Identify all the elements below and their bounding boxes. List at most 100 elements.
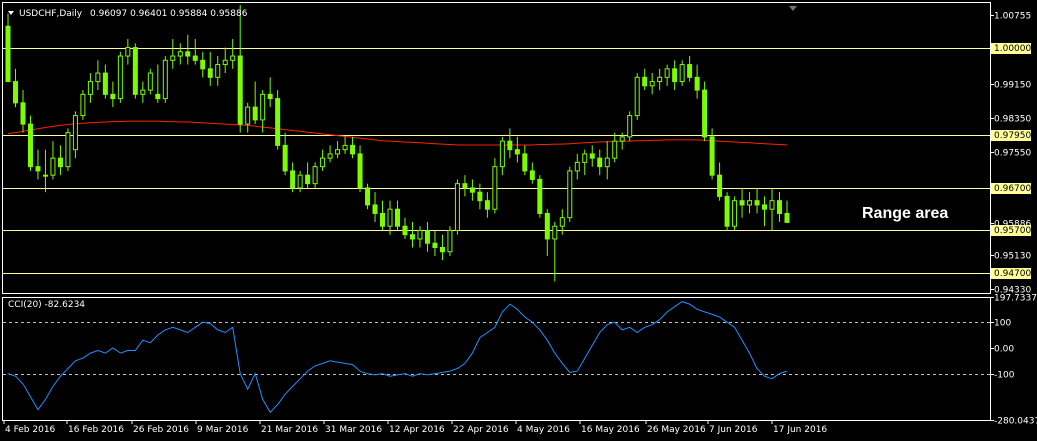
cci-axis-label: 0.00 (994, 345, 1014, 355)
candle (657, 68, 663, 91)
candle (80, 90, 86, 120)
cci-axis-label: 197.7337 (994, 294, 1037, 304)
candle (589, 145, 595, 167)
candle (522, 145, 528, 176)
candle (222, 47, 228, 74)
candle (499, 136, 505, 176)
candle (365, 183, 371, 210)
candle (604, 141, 610, 180)
candle (402, 217, 408, 239)
candle (754, 187, 760, 214)
ohlc-readout: 0.96097 0.96401 0.95884 0.95886 (90, 9, 248, 19)
candle (709, 128, 715, 180)
candle (102, 64, 108, 99)
candle (132, 43, 138, 99)
candle (117, 51, 123, 103)
candle (327, 145, 333, 163)
candle (724, 192, 730, 231)
candle (192, 39, 198, 65)
main-chart-frame (2, 2, 991, 294)
trading-chart[interactable]: 1.007550.991500.983500.975500.958860.951… (0, 0, 1037, 441)
candle (537, 175, 543, 218)
candle (424, 221, 430, 252)
cci-axis-label: 100 (994, 319, 1011, 329)
candle (447, 226, 453, 256)
candle (469, 179, 475, 201)
candle (387, 200, 393, 235)
candle (125, 39, 131, 65)
candle (492, 158, 498, 214)
cci-axis-label: -100 (994, 371, 1015, 381)
date-axis-label: 12 Apr 2016 (389, 425, 445, 435)
candle (357, 145, 363, 193)
candle (582, 149, 588, 176)
date-axis-label: 4 May 2016 (517, 425, 570, 435)
candle (312, 162, 318, 188)
candle (20, 90, 26, 133)
level-price-tag: 0.94700 (991, 268, 1031, 279)
candle (702, 81, 708, 142)
candle (12, 68, 18, 108)
price-axis-label: 0.99150 (994, 81, 1031, 91)
level-price-tag: 0.97950 (991, 130, 1031, 141)
range-area-annotation: Range area (862, 205, 948, 222)
svg-text:0.96700: 0.96700 (994, 184, 1031, 194)
candle (177, 43, 183, 65)
candle (732, 196, 738, 231)
candle (5, 13, 11, 83)
candle (462, 175, 468, 197)
candle (507, 128, 513, 159)
candle (42, 149, 48, 193)
candle (567, 166, 573, 222)
date-axis-label: 17 Jun 2016 (773, 425, 827, 435)
svg-text:0.95700: 0.95700 (994, 226, 1031, 236)
candle (552, 221, 558, 282)
candle (170, 39, 176, 69)
candle (672, 60, 678, 91)
date-axis-label: 4 Feb 2016 (5, 425, 56, 435)
candle (679, 60, 685, 86)
candle (35, 149, 41, 180)
candle (687, 56, 693, 82)
candle (27, 115, 33, 171)
candle (694, 64, 700, 99)
candle (627, 111, 633, 142)
candle (612, 132, 618, 163)
date-axis-label: 7 Jun 2016 (709, 425, 758, 435)
candle (432, 230, 438, 256)
candle (275, 90, 281, 150)
candle (417, 226, 423, 248)
candle (335, 141, 341, 159)
moving-average-line (7, 120, 788, 146)
level-price-tag: 0.95700 (991, 225, 1031, 236)
candle (664, 64, 670, 86)
shift-marker-icon[interactable] (789, 6, 797, 11)
candle (282, 132, 288, 176)
candle (784, 200, 790, 223)
price-axis-label: 0.97550 (994, 149, 1031, 159)
candle (185, 34, 191, 65)
candle (395, 200, 400, 231)
date-axis-label: 31 Mar 2016 (325, 425, 382, 435)
candle (372, 192, 378, 222)
date-axis-label: 22 Apr 2016 (453, 425, 509, 435)
candle (484, 192, 490, 218)
menu-arrow-icon (8, 11, 14, 15)
candle (544, 209, 550, 256)
candle (252, 81, 258, 125)
candle (72, 111, 78, 159)
price-axis-label: 1.00755 (994, 12, 1031, 22)
cci-indicator-title: CCI(20) -82.6234 (8, 300, 85, 310)
candle (200, 51, 206, 78)
price-axis-label: 0.98350 (994, 115, 1031, 125)
candle (350, 136, 356, 159)
candle (514, 136, 520, 163)
candle (147, 68, 153, 95)
candle (290, 162, 296, 193)
candle (207, 51, 213, 86)
candle (230, 39, 236, 69)
candle (320, 149, 326, 171)
svg-text:0.97950: 0.97950 (994, 131, 1031, 141)
date-axis-label: 16 May 2016 (581, 425, 640, 435)
candle (215, 56, 221, 86)
